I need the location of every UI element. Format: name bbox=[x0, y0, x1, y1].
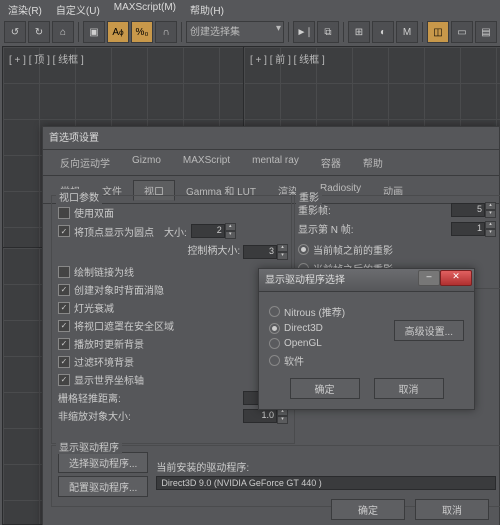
radio-direct3d[interactable] bbox=[269, 323, 280, 334]
current-driver-readout: Direct3D 9.0 (NVIDIA GeForce GT 440 ) bbox=[156, 476, 496, 490]
group-label: 显示驱动程序 bbox=[56, 439, 122, 454]
label: 重影帧: bbox=[298, 206, 331, 217]
toolbar-button[interactable]: ▭ bbox=[451, 21, 473, 43]
cancel-button[interactable]: 取消 bbox=[374, 378, 444, 399]
menu-help[interactable]: 帮助(H) bbox=[190, 2, 224, 20]
checkbox[interactable] bbox=[58, 266, 70, 278]
ghost-nth-spinner[interactable]: 1 bbox=[451, 222, 485, 236]
toolbar-button-angle[interactable]: Aϕ bbox=[107, 21, 129, 43]
main-toolbar: ↺ ↻ ⌂ ▣ Aϕ %₀ ∩ 创建选择集 ►∣ ⧉ ⊞ ◐ M ◫ ▭ ▤ ☼… bbox=[0, 20, 500, 44]
spinner-down[interactable]: ▾ bbox=[225, 231, 236, 239]
dialog-title: 首选项设置 bbox=[43, 127, 499, 150]
toolbar-button[interactable]: ▣ bbox=[83, 21, 105, 43]
label: 当前安装的驱动程序: bbox=[156, 459, 496, 474]
label: 非缩放对象大小: bbox=[58, 412, 131, 423]
label: 大小: bbox=[164, 224, 187, 239]
toolbar-button[interactable]: M bbox=[396, 21, 418, 43]
group-label: 重影 bbox=[296, 189, 322, 204]
choose-driver-button[interactable]: 选择驱动程序... bbox=[58, 452, 148, 473]
label: OpenGL bbox=[284, 338, 322, 349]
checkbox[interactable]: ✓ bbox=[58, 338, 70, 350]
label: 显示世界坐标轴 bbox=[74, 372, 144, 387]
toolbar-button[interactable]: ⊞ bbox=[348, 21, 370, 43]
label: 栅格轻推距离: bbox=[58, 394, 121, 405]
label: 使用双面 bbox=[74, 205, 114, 220]
viewport-label[interactable]: [ + ] [ 前 ] [ 线框 ] bbox=[250, 51, 325, 66]
label: Nitrous (推荐) bbox=[284, 304, 345, 319]
menu-custom[interactable]: 自定义(U) bbox=[56, 2, 100, 20]
spinner-down[interactable]: ▾ bbox=[277, 252, 288, 260]
main-menubar: 渲染(R) 自定义(U) MAXScript(M) 帮助(H) bbox=[0, 0, 232, 22]
driver-select-dialog: 显示驱动程序选择 – ✕ Nitrous (推荐) Direct3D OpenG… bbox=[258, 268, 475, 410]
checkbox[interactable]: ✓ bbox=[58, 284, 70, 296]
label: 播放时更新背景 bbox=[74, 336, 144, 351]
label: 创建对象时背面消隐 bbox=[74, 282, 164, 297]
spinner-down[interactable]: ▾ bbox=[485, 210, 496, 218]
nonuniform-spinner[interactable]: 1.0 bbox=[243, 409, 277, 423]
label: 当前帧之前的重影 bbox=[313, 242, 393, 257]
spinner-up[interactable]: ▴ bbox=[277, 244, 288, 252]
label: 显示第 N 帧: bbox=[298, 225, 354, 236]
size-spinner[interactable]: 2 bbox=[191, 224, 225, 238]
tab-container[interactable]: 容器 bbox=[310, 152, 352, 173]
toolbar-button[interactable]: ◐ bbox=[372, 21, 394, 43]
checkbox[interactable]: ✓ bbox=[58, 302, 70, 314]
radio-ghost-before[interactable] bbox=[298, 244, 309, 255]
spinner-down[interactable]: ▾ bbox=[485, 229, 496, 237]
spinner-up[interactable]: ▴ bbox=[485, 221, 496, 229]
tab-row-1: 反向运动学 Gizmo MAXScript mental ray 容器 帮助 bbox=[43, 150, 499, 176]
tab-ik[interactable]: 反向运动学 bbox=[49, 152, 121, 173]
spinner-up[interactable]: ▴ bbox=[485, 202, 496, 210]
toolbar-button-magnet[interactable]: ∩ bbox=[155, 21, 177, 43]
label: 控制柄大小: bbox=[187, 246, 240, 257]
label: 将视口遮罩在安全区域 bbox=[74, 318, 174, 333]
checkbox-use-dual[interactable] bbox=[58, 207, 70, 219]
label: Direct3D bbox=[284, 323, 323, 334]
tab-maxscript[interactable]: MAXScript bbox=[172, 152, 241, 173]
menu-render[interactable]: 渲染(R) bbox=[8, 2, 42, 20]
label: 绘制链接为线 bbox=[74, 264, 134, 279]
checkbox-vert-dot[interactable]: ✓ bbox=[58, 225, 70, 237]
spinner-down[interactable]: ▾ bbox=[277, 416, 288, 424]
close-icon[interactable]: ✕ bbox=[440, 270, 472, 286]
radio-software[interactable] bbox=[269, 355, 280, 366]
menu-maxscript[interactable]: MAXScript(M) bbox=[114, 2, 176, 20]
label: 将顶点显示为圆点 bbox=[74, 224, 154, 239]
toolbar-button[interactable]: ⧉ bbox=[317, 21, 339, 43]
viewport-label[interactable]: [ + ] [ 顶 ] [ 线框 ] bbox=[9, 51, 84, 66]
spinner-up[interactable]: ▴ bbox=[225, 223, 236, 231]
label: 过滤环境背景 bbox=[74, 354, 134, 369]
toolbar-button[interactable]: ▤ bbox=[475, 21, 497, 43]
minimize-icon[interactable]: – bbox=[418, 270, 440, 286]
tab-help[interactable]: 帮助 bbox=[352, 152, 394, 173]
cancel-button[interactable]: 取消 bbox=[415, 499, 489, 520]
advanced-button[interactable]: 高级设置... bbox=[394, 320, 464, 341]
label: 灯光衰减 bbox=[74, 300, 114, 315]
ok-button[interactable]: 确定 bbox=[331, 499, 405, 520]
ghost-frames-spinner[interactable]: 5 bbox=[451, 203, 485, 217]
group-label: 视口参数 bbox=[56, 189, 102, 204]
toolbar-button[interactable]: ►∣ bbox=[293, 21, 315, 43]
checkbox[interactable]: ✓ bbox=[58, 374, 70, 386]
radio-opengl[interactable] bbox=[269, 338, 280, 349]
toolbar-button-percent[interactable]: %₀ bbox=[131, 21, 153, 43]
display-driver-group: 显示驱动程序 选择驱动程序... 配置驱动程序... 当前安装的驱动程序: Di… bbox=[51, 445, 500, 507]
checkbox[interactable]: ✓ bbox=[58, 320, 70, 332]
ok-button[interactable]: 确定 bbox=[290, 378, 360, 399]
handle-size-spinner[interactable]: 3 bbox=[243, 245, 277, 259]
label: 软件 bbox=[284, 353, 304, 368]
toolbar-button[interactable]: ◫ bbox=[427, 21, 449, 43]
toolbar-button[interactable]: ↺ bbox=[4, 21, 26, 43]
tab-gizmo[interactable]: Gizmo bbox=[121, 152, 172, 173]
radio-nitrous[interactable] bbox=[269, 306, 280, 317]
toolbar-button[interactable]: ⌂ bbox=[52, 21, 74, 43]
selection-set-combo[interactable]: 创建选择集 bbox=[186, 21, 284, 43]
config-driver-button[interactable]: 配置驱动程序... bbox=[58, 476, 148, 497]
checkbox[interactable]: ✓ bbox=[58, 356, 70, 368]
toolbar-button[interactable]: ↻ bbox=[28, 21, 50, 43]
tab-mental[interactable]: mental ray bbox=[241, 152, 310, 173]
